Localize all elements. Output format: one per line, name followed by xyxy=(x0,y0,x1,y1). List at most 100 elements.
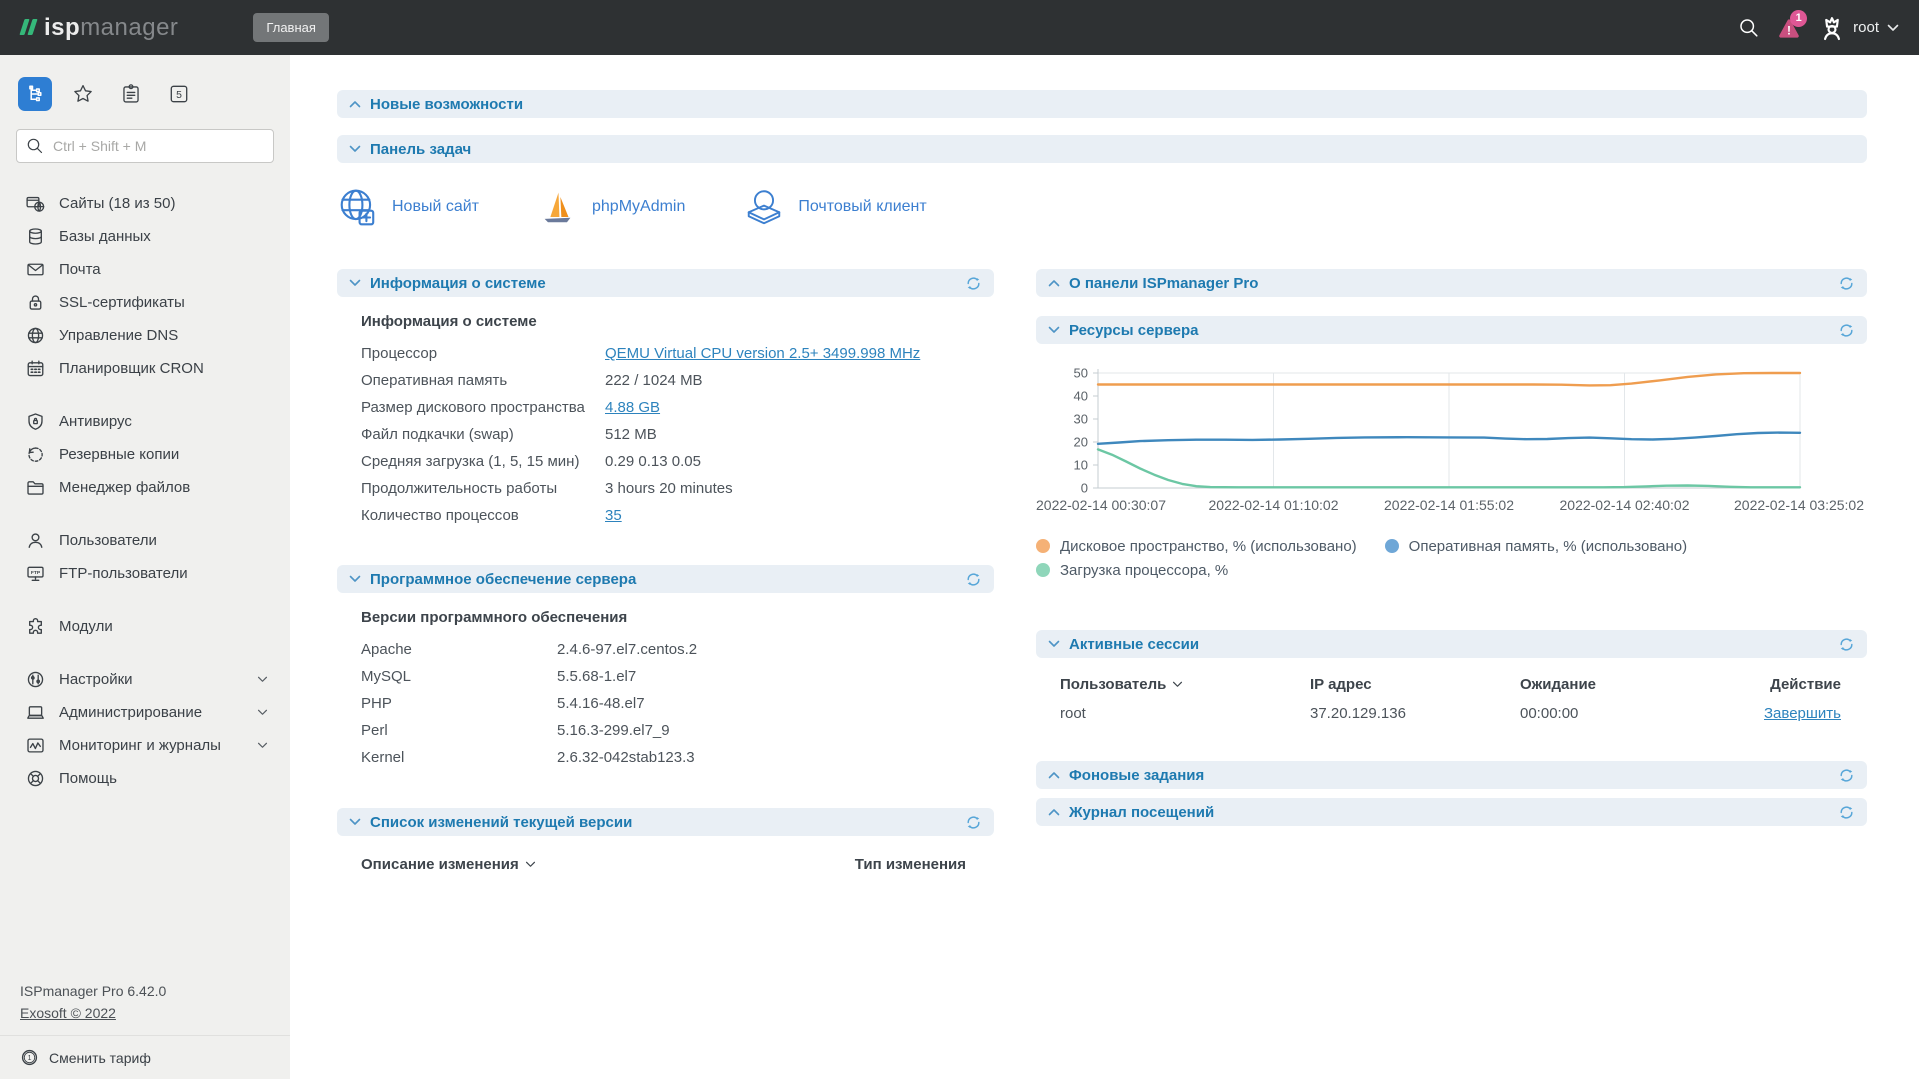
sidebar-menu: Сайты (18 из 50) Базы данных Почта xyxy=(0,187,290,795)
sessions-col-wait[interactable]: Ожидание xyxy=(1520,676,1740,693)
sidebar-item-cron[interactable]: Планировщик CRON xyxy=(0,352,290,385)
refresh-icon xyxy=(1838,636,1855,653)
sidebar-item-administration[interactable]: Администрирование xyxy=(0,696,290,729)
svg-text:30: 30 xyxy=(1074,412,1088,427)
sidebar-footer: ISPmanager Pro 6.42.0 Exosoft © 2022 1 С… xyxy=(0,983,290,1079)
section-active-sessions[interactable]: Активные сессии xyxy=(1036,630,1867,658)
refresh-button[interactable] xyxy=(1838,767,1855,784)
mail-client-icon xyxy=(743,187,785,227)
sidebar-item-monitoring[interactable]: Мониторинг и журналы xyxy=(0,729,290,762)
sidebar-item-antivirus[interactable]: Антивирус xyxy=(0,405,290,438)
sidebar-item-users[interactable]: Пользователи xyxy=(0,524,290,557)
svg-text:5: 5 xyxy=(176,90,182,101)
refresh-button[interactable] xyxy=(1838,275,1855,292)
refresh-icon xyxy=(1838,767,1855,784)
tasks-clipboard-button[interactable] xyxy=(114,77,148,111)
sort-chevron-icon xyxy=(525,861,536,868)
cpu-link[interactable]: QEMU Virtual CPU version 2.5+ 3499.998 M… xyxy=(605,345,920,362)
section-changelog[interactable]: Список изменений текущей версии xyxy=(337,808,994,836)
refresh-button[interactable] xyxy=(965,571,982,588)
section-background-tasks[interactable]: Фоновые задания xyxy=(1036,761,1867,789)
section-about-panel[interactable]: О панели ISPmanager Pro xyxy=(1036,269,1867,297)
refresh-button[interactable] xyxy=(1838,322,1855,339)
lifebuoy-icon xyxy=(26,769,45,788)
software-row: MySQL5.5.68-1.el7 xyxy=(337,663,994,690)
sidebar-item-label: Настройки xyxy=(59,671,133,688)
sidebar-item-help[interactable]: Помощь xyxy=(0,762,290,795)
coin-icon: 1 xyxy=(20,1048,39,1067)
sidebar-item-mail[interactable]: Почта xyxy=(0,253,290,286)
change-tariff-label: Сменить тариф xyxy=(49,1050,151,1066)
section-title: Список изменений текущей версии xyxy=(370,814,632,831)
menu-tree-button[interactable] xyxy=(18,77,52,111)
vendor-copyright-link[interactable]: Exosoft © 2022 xyxy=(20,1005,116,1021)
sidebar-item-sites[interactable]: Сайты (18 из 50) xyxy=(0,187,290,220)
sidebar-item-filemanager[interactable]: Менеджер файлов xyxy=(0,471,290,504)
task-mail-client[interactable]: Почтовый клиент xyxy=(743,187,926,227)
task-new-site[interactable]: Новый сайт xyxy=(337,186,479,228)
section-visit-log[interactable]: Журнал посещений xyxy=(1036,798,1867,826)
sidebar-item-ftp-users[interactable]: FTP FTP-пользователи xyxy=(0,557,290,590)
changelog-col-description[interactable]: Описание изменения xyxy=(361,856,519,873)
section-new-features[interactable]: Новые возможности xyxy=(337,90,1867,118)
process-count-link[interactable]: 35 xyxy=(605,507,622,524)
refresh-button[interactable] xyxy=(965,275,982,292)
sort-chevron-icon xyxy=(1172,681,1183,688)
global-search-button[interactable] xyxy=(1729,8,1769,48)
refresh-icon xyxy=(1838,804,1855,821)
sidebar-item-databases[interactable]: Базы данных xyxy=(0,220,290,253)
task-phpmyadmin[interactable]: phpMyAdmin xyxy=(537,187,685,227)
section-title: О панели ISPmanager Pro xyxy=(1069,275,1258,292)
notifications-button[interactable]: ! 1 xyxy=(1769,8,1809,48)
search-input[interactable] xyxy=(16,129,274,163)
username: root xyxy=(1853,19,1879,36)
sidebar-item-backups[interactable]: Резервные копии xyxy=(0,438,290,471)
sessions-col-ip[interactable]: IP адрес xyxy=(1310,676,1520,693)
favorites-button[interactable] xyxy=(66,77,100,111)
session-wait: 00:00:00 xyxy=(1520,705,1740,722)
sidebar-item-dns[interactable]: Управление DNS xyxy=(0,319,290,352)
refresh-button[interactable] xyxy=(965,814,982,831)
svg-text:!: ! xyxy=(1787,23,1791,37)
sidebar-item-settings[interactable]: Настройки xyxy=(0,663,290,696)
sidebar-item-modules[interactable]: Модули xyxy=(0,610,290,643)
disk-size-link[interactable]: 4.88 GB xyxy=(605,399,660,416)
section-title: Ресурсы сервера xyxy=(1069,322,1198,339)
svg-text:1: 1 xyxy=(28,1055,32,1062)
section-server-resources[interactable]: Ресурсы сервера xyxy=(1036,316,1867,344)
section-software[interactable]: Программное обеспечение сервера xyxy=(337,565,994,593)
chevron-down-icon xyxy=(349,279,361,287)
sessions-col-user[interactable]: Пользователь xyxy=(1060,676,1310,693)
chevron-down-icon xyxy=(1887,24,1899,32)
session-ip: 37.20.129.136 xyxy=(1310,705,1520,722)
terminate-session-link[interactable]: Завершить xyxy=(1764,705,1841,722)
changelog-col-type[interactable]: Тип изменения xyxy=(855,856,966,873)
sidebar-item-label: Антивирус xyxy=(59,413,132,430)
chevron-up-icon xyxy=(1048,771,1060,779)
section-system-info[interactable]: Информация о системе xyxy=(337,269,994,297)
chevron-up-icon xyxy=(1048,808,1060,816)
svg-text:20: 20 xyxy=(1074,435,1088,450)
svg-text:50: 50 xyxy=(1074,366,1088,381)
recent-items-button[interactable]: 5 xyxy=(162,77,196,111)
user-menu[interactable]: root xyxy=(1819,15,1899,41)
refresh-button[interactable] xyxy=(1838,804,1855,821)
notification-badge: 1 xyxy=(1790,10,1807,27)
database-icon xyxy=(26,227,45,246)
sidebar-search xyxy=(16,129,274,163)
legend-dot-cpu xyxy=(1036,563,1050,577)
svg-text:FTP: FTP xyxy=(31,570,41,576)
section-title: Панель задач xyxy=(370,141,471,158)
sidebar-item-label: Управление DNS xyxy=(59,327,178,344)
tab-home[interactable]: Главная xyxy=(253,13,328,42)
sidebar-item-ssl[interactable]: SSL-сертификаты xyxy=(0,286,290,319)
section-task-panel[interactable]: Панель задач xyxy=(337,135,1867,163)
sidebar-item-label: FTP-пользователи xyxy=(59,565,188,582)
refresh-button[interactable] xyxy=(1838,636,1855,653)
sidebar-item-label: Базы данных xyxy=(59,228,151,245)
chevron-down-icon xyxy=(257,676,268,683)
software-row: Apache2.4.6-97.el7.centos.2 xyxy=(337,636,994,663)
folder-icon xyxy=(26,478,45,497)
section-title: Информация о системе xyxy=(370,275,546,292)
change-tariff-button[interactable]: 1 Сменить тариф xyxy=(0,1035,290,1079)
